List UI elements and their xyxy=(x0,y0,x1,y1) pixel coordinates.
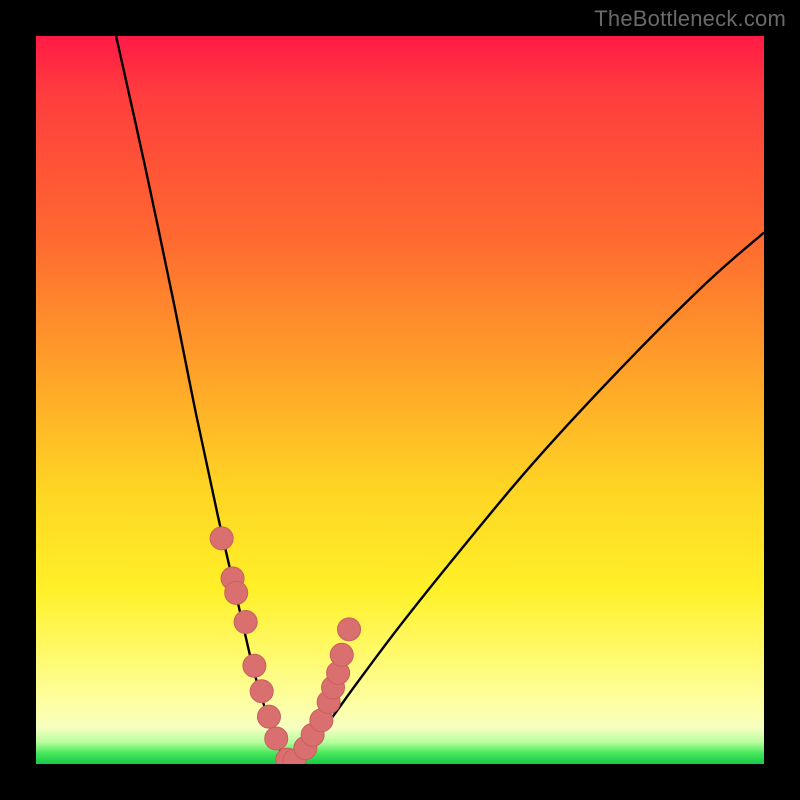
highlight-dot xyxy=(210,527,233,550)
highlight-dot xyxy=(225,581,248,604)
highlight-dot xyxy=(243,654,266,677)
highlighted-dots xyxy=(210,527,360,764)
highlight-dot xyxy=(250,680,273,703)
curve-layer xyxy=(36,36,764,764)
highlight-dot xyxy=(330,643,353,666)
bottleneck-curve xyxy=(116,36,764,762)
highlight-dot xyxy=(265,727,288,750)
highlight-dot xyxy=(257,705,280,728)
highlight-dot xyxy=(234,611,257,634)
chart-frame: TheBottleneck.com xyxy=(0,0,800,800)
curve-right-branch xyxy=(291,233,764,762)
curve-left-branch xyxy=(116,36,291,762)
watermark-text: TheBottleneck.com xyxy=(594,6,786,32)
highlight-dot xyxy=(338,618,361,641)
plot-area xyxy=(36,36,764,764)
